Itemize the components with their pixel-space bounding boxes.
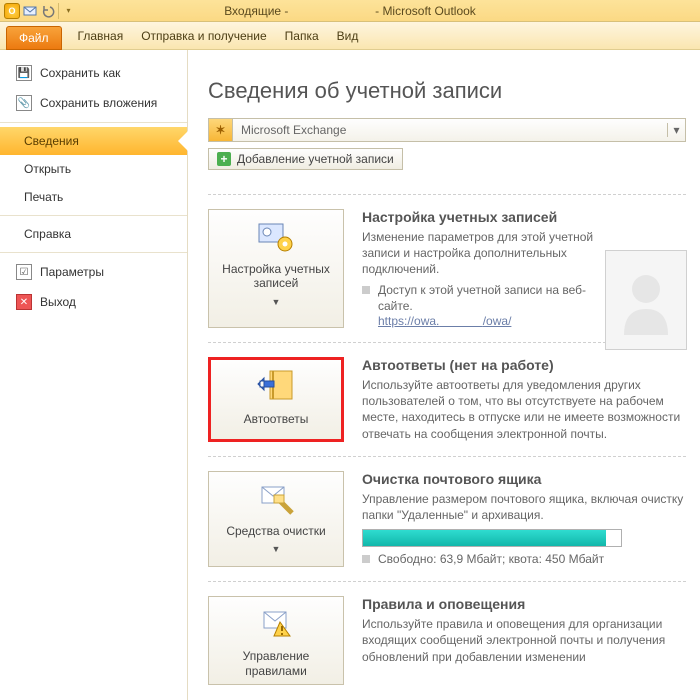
options-icon: ☑: [16, 264, 32, 280]
section-description: Управление размером почтового ящика, вкл…: [362, 491, 686, 523]
window-title: Входящие - - Microsoft Outlook: [0, 4, 700, 18]
bullet-icon: [362, 286, 370, 294]
section-auto-replies: Автоответы Автоответы (нет на работе) Ис…: [208, 357, 686, 442]
sidebar-save-as[interactable]: 💾 Сохранить как: [0, 58, 187, 88]
mailbox-usage-bar: [362, 529, 622, 547]
sidebar-item-label: Сохранить вложения: [40, 96, 157, 110]
section-description: Используйте автоответы для уведомления д…: [362, 377, 686, 442]
qat-undo-icon[interactable]: [40, 3, 56, 19]
button-label: Добавление учетной записи: [237, 152, 394, 166]
sidebar-save-attachments[interactable]: 📎 Сохранить вложения: [0, 88, 187, 118]
sidebar-options[interactable]: ☑ Параметры: [0, 257, 187, 287]
section-divider: [208, 581, 686, 582]
button-label: Средства очистки: [226, 524, 325, 538]
owa-access-text: Доступ к этой учетной записи на веб-сайт…: [378, 282, 600, 314]
tab-file[interactable]: Файл: [6, 26, 62, 50]
section-cleanup: Средства очистки ▼ Очистка почтового ящи…: [208, 471, 686, 568]
section-divider: [208, 194, 686, 195]
sidebar-separator: [0, 215, 187, 216]
sidebar-open[interactable]: Открыть: [0, 155, 187, 183]
owa-link[interactable]: https://owa. /owa/: [378, 314, 511, 328]
cleanup-tools-button[interactable]: Средства очистки ▼: [208, 471, 344, 568]
tab-folder[interactable]: Папка: [283, 24, 321, 49]
section-title: Правила и оповещения: [362, 596, 686, 612]
quick-access-toolbar: O ▾: [4, 3, 74, 19]
chevron-down-icon: ▼: [272, 297, 281, 307]
auto-reply-icon: [256, 368, 296, 406]
tab-view[interactable]: Вид: [335, 24, 361, 49]
usage-bar-fill: [363, 530, 606, 546]
bullet-icon: [362, 555, 370, 563]
button-label: Управление правилами: [215, 649, 337, 678]
backstage-sidebar: 💾 Сохранить как 📎 Сохранить вложения Све…: [0, 50, 188, 700]
account-settings-icon: [256, 218, 296, 256]
exchange-icon: ✶: [209, 119, 233, 141]
qat-customize-dropdown-icon[interactable]: ▾: [58, 3, 74, 19]
chevron-down-icon: ▼: [272, 544, 281, 554]
tab-send-receive[interactable]: Отправка и получение: [139, 24, 268, 49]
quota-text: Свободно: 63,9 Мбайт; квота: 450 Мбайт: [378, 551, 604, 567]
save-attachments-icon: 📎: [16, 95, 32, 111]
section-rules: Управление правилами Правила и оповещени…: [208, 596, 686, 685]
sidebar-item-label: Справка: [24, 227, 71, 241]
sidebar-item-label: Открыть: [24, 162, 71, 176]
section-title: Настройка учетных записей: [362, 209, 600, 225]
button-label: Настройка учетных записей: [215, 262, 337, 291]
sidebar-info[interactable]: Сведения: [0, 127, 187, 155]
sidebar-print[interactable]: Печать: [0, 183, 187, 211]
user-avatar-placeholder: [605, 250, 687, 350]
qat-send-receive-icon[interactable]: [22, 3, 38, 19]
sidebar-item-label: Сведения: [24, 134, 79, 148]
sidebar-item-label: Параметры: [40, 265, 104, 279]
chevron-down-icon: ▾: [667, 123, 685, 137]
account-info-panel: Сведения об учетной записи ✶ Microsoft E…: [188, 50, 700, 700]
outlook-app-icon[interactable]: O: [4, 3, 20, 19]
ribbon-tabs: Файл Главная Отправка и получение Папка …: [0, 22, 700, 50]
sidebar-help[interactable]: Справка: [0, 220, 187, 248]
account-name: Microsoft Exchange: [233, 123, 667, 137]
account-settings-button[interactable]: Настройка учетных записей ▼: [208, 209, 344, 328]
section-title: Автоответы (нет на работе): [362, 357, 686, 373]
sidebar-item-label: Сохранить как: [40, 66, 120, 80]
cleanup-icon: [256, 480, 296, 518]
manage-rules-button[interactable]: Управление правилами: [208, 596, 344, 685]
add-account-button[interactable]: + Добавление учетной записи: [208, 148, 403, 170]
section-description: Изменение параметров для этой учетной за…: [362, 229, 600, 278]
button-label: Автоответы: [244, 412, 309, 426]
section-description: Используйте правила и оповещения для орг…: [362, 616, 686, 665]
rules-icon: [256, 605, 296, 643]
automatic-replies-button[interactable]: Автоответы: [208, 357, 344, 442]
section-divider: [208, 456, 686, 457]
plus-icon: +: [217, 152, 231, 166]
save-as-icon: 💾: [16, 65, 32, 81]
backstage-area: 💾 Сохранить как 📎 Сохранить вложения Све…: [0, 50, 700, 700]
account-selector[interactable]: ✶ Microsoft Exchange ▾: [208, 118, 686, 142]
tab-home[interactable]: Главная: [76, 24, 126, 49]
section-title: Очистка почтового ящика: [362, 471, 686, 487]
sidebar-item-label: Выход: [40, 295, 76, 309]
sidebar-separator: [0, 122, 187, 123]
sidebar-separator: [0, 252, 187, 253]
exit-icon: ✕: [16, 294, 32, 310]
page-title: Сведения об учетной записи: [208, 78, 686, 104]
sidebar-item-label: Печать: [24, 190, 63, 204]
title-bar: O ▾ Входящие - - Microsoft Outlook: [0, 0, 700, 22]
sidebar-exit[interactable]: ✕ Выход: [0, 287, 187, 317]
